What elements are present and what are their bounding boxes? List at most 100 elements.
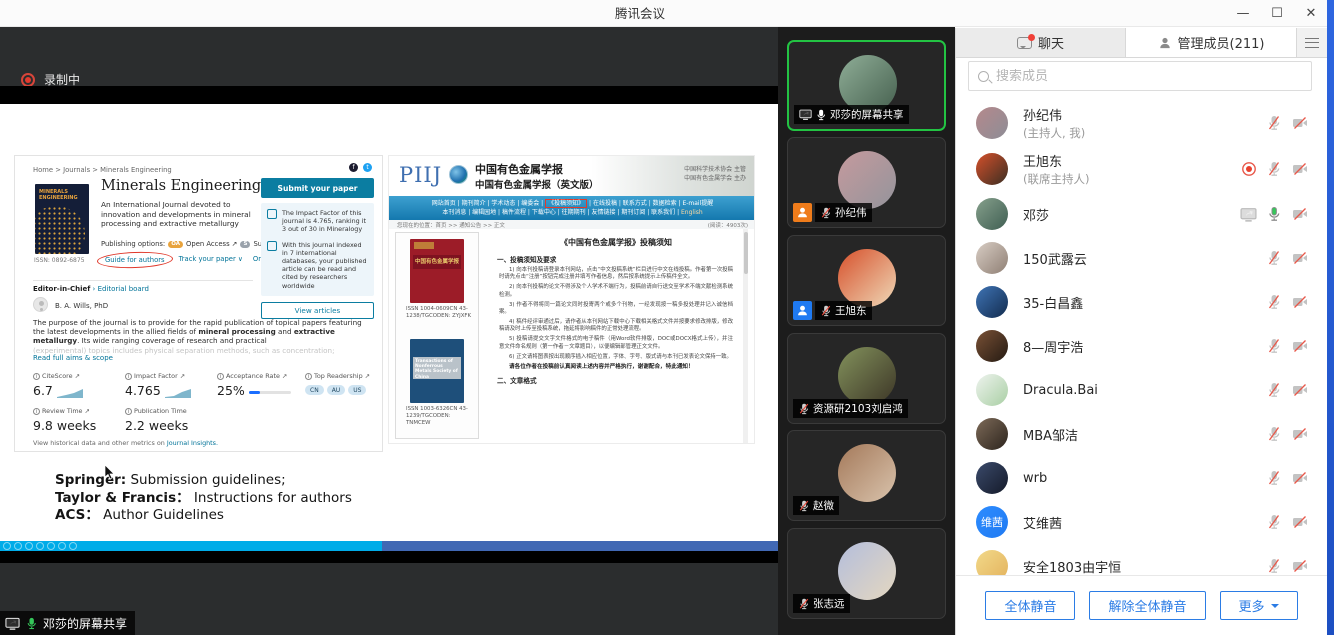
facebook-icon[interactable]: f — [349, 163, 358, 172]
search-input[interactable] — [996, 69, 1276, 84]
cn-doc-item: 2) 向本刊投稿的论文不得涉及个人学术不端行为，投稿前请自行送交至学术不端文献检… — [499, 284, 733, 299]
open-access-link[interactable]: Open Access ↗ — [186, 240, 237, 248]
member-row[interactable]: 安全1803由宇恒 — [956, 544, 1327, 575]
tab-chat[interactable]: 聊天 — [956, 28, 1126, 57]
divider — [33, 280, 253, 281]
video-tile[interactable]: 资源研2103刘启鸿 — [787, 333, 946, 424]
camera-muted-icon[interactable] — [1291, 426, 1309, 442]
member-row[interactable]: 150武露云 — [956, 236, 1327, 280]
hamburger-icon — [1305, 38, 1319, 48]
chat-icon — [1017, 37, 1032, 49]
member-row[interactable]: MBA邹洁 — [956, 412, 1327, 456]
search-icon — [978, 71, 989, 82]
mute-all-button[interactable]: 全体静音 — [985, 591, 1075, 620]
mic-muted-icon[interactable] — [1266, 426, 1282, 442]
impact-factor-label[interactable]: Impact Factor ↗ — [134, 372, 185, 380]
camera-muted-icon[interactable] — [1291, 294, 1309, 310]
camera-muted-icon[interactable] — [1291, 206, 1309, 222]
submission-notice-nav-item[interactable]: 《投稿须知》 — [545, 199, 587, 208]
member-row[interactable]: 邓莎 — [956, 192, 1327, 236]
participant-name: 邓莎的屏幕共享 — [830, 107, 904, 122]
member-row[interactable]: 王旭东 (联席主持人) — [956, 146, 1327, 192]
mic-muted-icon[interactable] — [1266, 382, 1282, 398]
member-row[interactable]: Dracula.Bai — [956, 368, 1327, 412]
member-search-box[interactable] — [968, 61, 1312, 91]
role-badge-icon — [793, 301, 812, 320]
member-name: 孙纪伟 — [1023, 105, 1085, 124]
mic-muted-icon[interactable] — [1266, 338, 1282, 354]
publication-time-label[interactable]: Publication Time — [134, 407, 187, 415]
camera-muted-icon[interactable] — [1291, 382, 1309, 398]
readership-pill: CN — [305, 385, 324, 395]
breadcrumb[interactable]: Home > Journals > Minerals Engineering — [33, 166, 172, 174]
participant-name: 王旭东 — [835, 303, 867, 318]
avatar — [976, 153, 1008, 185]
guide-for-authors-link[interactable]: Guide for authors — [101, 255, 169, 265]
cn-page-scrollbar[interactable] — [743, 229, 748, 444]
review-time-label[interactable]: Review Time ↗ — [42, 407, 90, 415]
cn-sponsor: 中国科学技术协会 主管中国有色金属学会 主办 — [684, 165, 746, 183]
more-button[interactable]: 更多 — [1220, 591, 1298, 620]
info-icon — [33, 408, 40, 415]
avatar — [976, 462, 1008, 494]
cn-cover-blue: Transactions of Nonferrous Metals Societ… — [410, 339, 464, 403]
unmute-all-button[interactable]: 解除全体静音 — [1089, 591, 1205, 620]
cn-location-bar: 您现在的位置：首页 >> 通知公告 >> 正文(阅读：4903次) — [389, 220, 755, 229]
member-row[interactable]: 8—周宇浩 — [956, 324, 1327, 368]
journal-insights-link[interactable]: Journal Insights. — [167, 439, 218, 447]
camera-muted-icon[interactable] — [1291, 470, 1309, 486]
maximize-button[interactable]: ☐ — [1270, 7, 1284, 21]
acceptance-rate-label[interactable]: Acceptance Rate ↗ — [226, 372, 287, 380]
avatar — [838, 542, 896, 600]
citescore-label[interactable]: CiteScore ↗ — [42, 372, 80, 380]
video-tile[interactable]: 张志远 — [787, 528, 946, 619]
avatar — [976, 550, 1008, 575]
mic-muted-icon[interactable] — [1266, 115, 1282, 131]
twitter-icon[interactable]: t — [363, 163, 372, 172]
mic-muted-icon[interactable] — [1266, 470, 1282, 486]
camera-muted-icon[interactable] — [1291, 514, 1309, 530]
editorial-board-link[interactable]: › Editorial board — [93, 285, 149, 293]
subscription-badge: S — [240, 241, 250, 248]
mic-muted-icon[interactable] — [1266, 161, 1282, 177]
video-tile[interactable]: 王旭东 — [787, 235, 946, 326]
view-articles-button[interactable]: View articles — [261, 302, 374, 319]
camera-muted-icon[interactable] — [1291, 250, 1309, 266]
toolbar-dots[interactable] — [3, 542, 77, 550]
camera-muted-icon[interactable] — [1291, 338, 1309, 354]
minimize-button[interactable]: — — [1236, 7, 1250, 21]
member-row[interactable]: 孙纪伟 (主持人, 我) — [956, 100, 1327, 146]
member-row[interactable]: 维茜 艾维茜 — [956, 500, 1327, 544]
track-paper-link[interactable]: Track your paper ∨ — [179, 255, 243, 265]
video-tile[interactable]: 孙纪伟 — [787, 137, 946, 228]
read-aims-scope-link[interactable]: Read full aims & scope — [33, 354, 113, 362]
mic-muted-icon — [798, 598, 810, 610]
mic-on-icon — [25, 617, 38, 630]
recording-icon — [1241, 161, 1257, 177]
member-row[interactable]: 35-白昌鑫 — [956, 280, 1327, 324]
publication-time-value: 2.2 weeks — [125, 418, 188, 433]
mic-on-icon[interactable] — [1266, 206, 1282, 222]
camera-muted-icon[interactable] — [1291, 115, 1309, 131]
camera-muted-icon[interactable] — [1291, 558, 1309, 574]
info-icon — [125, 373, 132, 380]
panel-menu-button[interactable] — [1297, 28, 1327, 57]
english-nav-item[interactable]: English — [681, 209, 703, 216]
editor-in-chief-label: Editor-in-Chief — [33, 285, 90, 293]
tab-manage-members[interactable]: 管理成员(211) — [1126, 28, 1297, 57]
top-readership-label[interactable]: Top Readership ↗ — [314, 372, 370, 380]
mic-muted-icon[interactable] — [1266, 558, 1282, 574]
submit-paper-button[interactable]: Submit your paper — [261, 178, 374, 198]
mic-muted-icon[interactable] — [1266, 250, 1282, 266]
video-tile[interactable]: 邓莎的屏幕共享 — [787, 40, 946, 131]
member-row[interactable]: wrb — [956, 456, 1327, 500]
mic-muted-icon[interactable] — [1266, 294, 1282, 310]
info-icon — [125, 408, 132, 415]
cn-nav-bar[interactable]: 网站首页 | 期刊简介 | 学术动态 | 编委会 | 《投稿须知》 | 在线投稿… — [389, 196, 755, 220]
close-button[interactable]: ✕ — [1304, 7, 1318, 21]
camera-muted-icon[interactable] — [1291, 161, 1309, 177]
member-role: (主持人, 我) — [1023, 125, 1085, 141]
mic-muted-icon[interactable] — [1266, 514, 1282, 530]
avatar: 维茜 — [976, 506, 1008, 538]
video-tile[interactable]: 赵微 — [787, 430, 946, 521]
